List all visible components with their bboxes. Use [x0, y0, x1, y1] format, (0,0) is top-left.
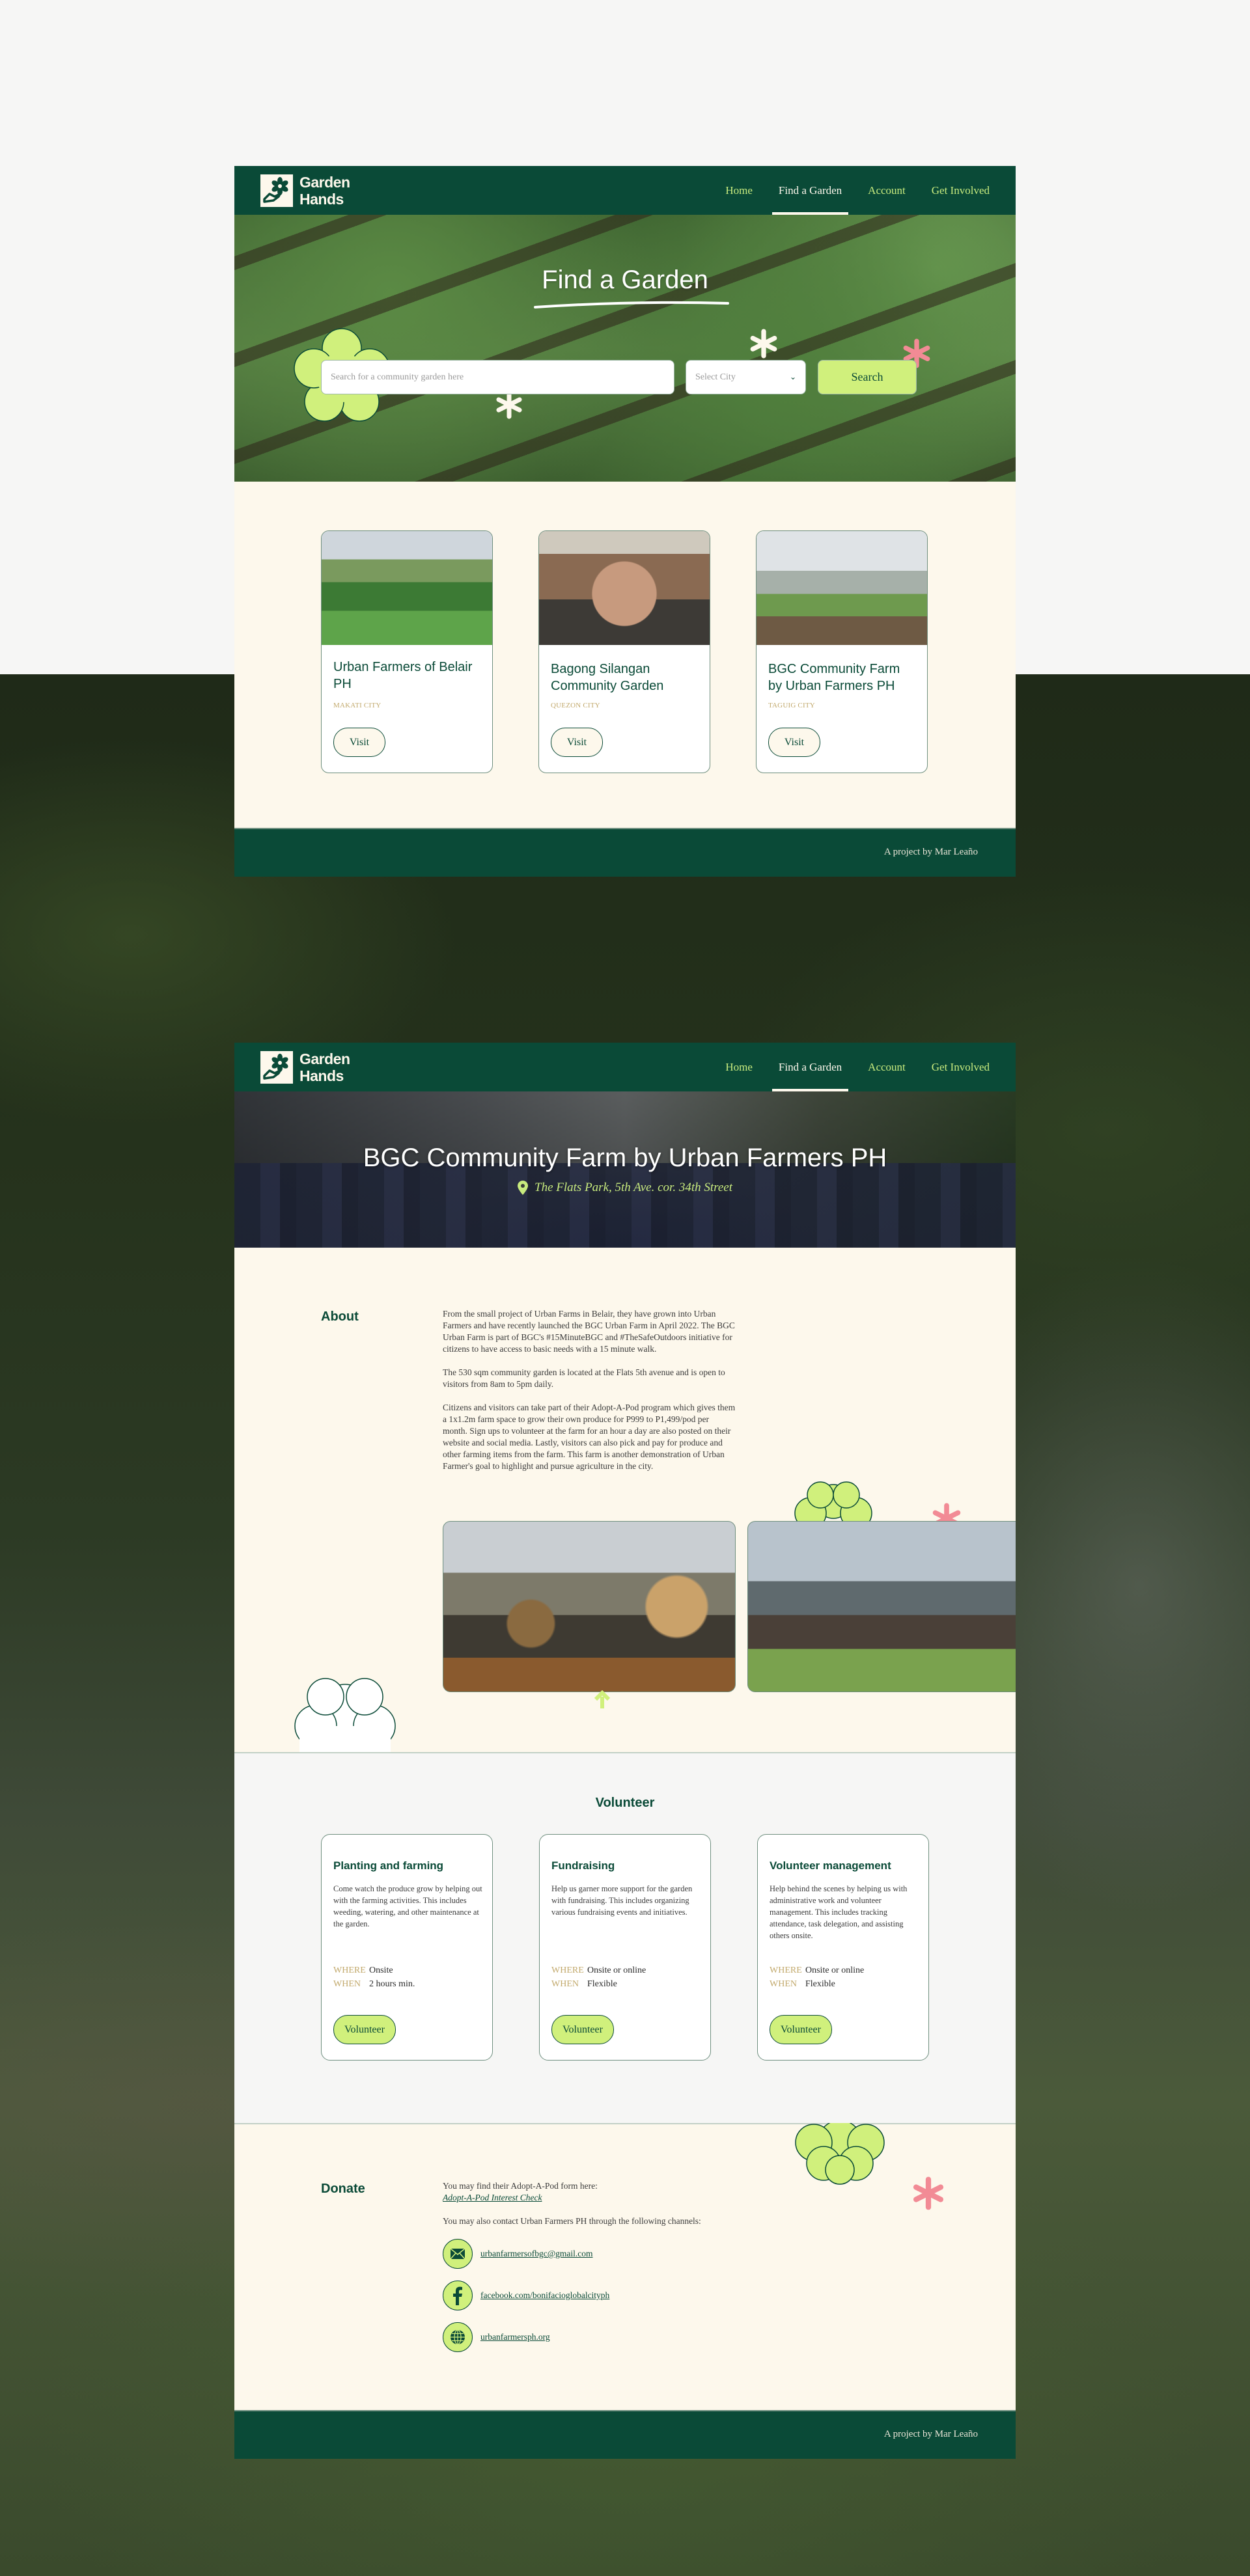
footer-credit: A project by Mar Leaño [883, 2429, 978, 2439]
flower-decoration-icon [794, 1481, 872, 1528]
garden-title: BGC Community Farm by Urban Farmers PH [363, 1144, 887, 1172]
garden-location: The Flats Park, 5th Ave. cor. 34th Stree… [234, 1181, 1016, 1195]
garden-list: Urban Farmers of Belair PH MAKATI CITY V… [321, 530, 928, 773]
visit-button[interactable]: Visit [768, 728, 820, 757]
logo[interactable]: Garden Hands [260, 1050, 350, 1084]
search-button[interactable]: Search [818, 360, 917, 394]
volunteer-button[interactable]: Volunteer [333, 2015, 396, 2044]
role-description: Help us garner more support for the gard… [551, 1884, 693, 1917]
chevron-down-icon: ⌄ [789, 372, 796, 381]
garden-photo [322, 531, 492, 645]
volunteer-button[interactable]: Volunteer [770, 2015, 832, 2044]
section-divider [234, 2123, 1016, 2124]
contact-intro: You may also contact Urban Farmers PH th… [443, 2216, 701, 2226]
role-description: Come watch the produce grow by helping o… [333, 1884, 482, 1928]
garden-search-input[interactable]: Search for a community garden here [321, 360, 674, 394]
footer-credit: A project by Mar Leaño [883, 847, 978, 857]
email-link[interactable]: urbanfarmersofbgc@gmail.com [480, 2248, 593, 2260]
nav-find-a-garden[interactable]: Find a Garden [771, 1043, 849, 1091]
garden-card[interactable]: BGC Community Farm by Urban Farmers PH T… [756, 530, 928, 773]
role-title: Volunteer management [770, 1859, 891, 1872]
donate-body: You may find their Adopt-A-Pod form here… [443, 2180, 768, 2352]
garden-photo [539, 531, 710, 645]
volunteers-photo [234, 1163, 1016, 1248]
garden-city: MAKATI CITY [333, 702, 382, 709]
find-garden-page: Garden Hands Home Find a Garden Account … [234, 166, 1016, 877]
garden-card[interactable]: Urban Farmers of Belair PH MAKATI CITY V… [321, 530, 493, 773]
about-text: From the small project of Urban Farms in… [443, 1309, 736, 1471]
garden-photo [757, 531, 927, 645]
brand-name: Garden Hands [299, 173, 350, 208]
title-underline-icon [534, 301, 729, 308]
facebook-link[interactable]: facebook.com/bonifacioglobalcityph [480, 2290, 609, 2301]
hand-flower-logo-icon [260, 174, 293, 207]
nav-get-involved[interactable]: Get Involved [932, 1043, 990, 1091]
garden-city: TAGUIG CITY [768, 702, 815, 709]
visit-button[interactable]: Visit [333, 728, 385, 757]
city-select-value: Select City [695, 372, 736, 382]
mail-icon [443, 2239, 473, 2269]
volunteer-button[interactable]: Volunteer [551, 2015, 614, 2044]
asterisk-decoration-icon [496, 391, 522, 419]
nav-links: Home Find a Garden Account Get Involved [725, 166, 990, 215]
role-meta: WHERE Onsite or online WHEN Flexible [551, 1966, 646, 1989]
logo[interactable]: Garden Hands [260, 174, 350, 208]
nav-home[interactable]: Home [725, 1043, 753, 1091]
pink-asterisk-decoration-icon [913, 2176, 944, 2210]
visit-button[interactable]: Visit [551, 728, 603, 757]
top-nav: Garden Hands Home Find a Garden Account … [234, 166, 1016, 215]
volunteer-role-card: Volunteer management Help behind the sce… [757, 1834, 929, 2061]
garden-gallery-photo [747, 1521, 1016, 1692]
flower-decoration-icon [795, 2123, 885, 2185]
volunteer-heading: Volunteer [595, 1796, 655, 1810]
contact-email: urbanfarmersofbgc@gmail.com [443, 2239, 768, 2269]
garden-card[interactable]: Bagong Silangan Community Garden QUEZON … [538, 530, 710, 773]
top-nav: Garden Hands Home Find a Garden Account … [234, 1043, 1016, 1091]
volunteer-section: Volunteer Planting and farming Come watc… [234, 1753, 1016, 2124]
brand-name: Garden Hands [299, 1050, 350, 1084]
facebook-icon [443, 2281, 473, 2310]
green-arrow-decoration-icon [594, 1690, 611, 1708]
garden-name: Urban Farmers of Belair PH [333, 660, 473, 691]
role-meta: WHERE Onsite WHEN 2 hours min. [333, 1966, 415, 1989]
role-meta: WHERE Onsite or online WHEN Flexible [770, 1966, 865, 1989]
volunteer-roles: Planting and farming Come watch the prod… [321, 1834, 929, 2061]
adopt-a-pod-link[interactable]: Adopt-A-Pod Interest Check [443, 2192, 768, 2204]
location-text: The Flats Park, 5th Ave. cor. 34th Stree… [535, 1181, 732, 1194]
nav-find-a-garden[interactable]: Find a Garden [771, 166, 849, 215]
map-pin-icon [518, 1181, 529, 1195]
role-title: Fundraising [551, 1859, 615, 1872]
donate-heading: Donate [321, 2182, 365, 2196]
asterisk-decoration-icon [750, 329, 777, 359]
hand-flower-logo-icon [260, 1050, 293, 1084]
about-heading: About [321, 1309, 359, 1324]
nav-get-involved[interactable]: Get Involved [932, 166, 990, 215]
nav-links: Home Find a Garden Account Get Involved [725, 1043, 990, 1091]
footer: A project by Mar Leaño [234, 2410, 1016, 2459]
website-link[interactable]: urbanfarmersph.org [480, 2331, 550, 2343]
form-intro: You may find their Adopt-A-Pod form here… [443, 2181, 598, 2191]
garden-detail-page: Garden Hands Home Find a Garden Account … [234, 1043, 1016, 2459]
contact-website: urbanfarmersph.org [443, 2322, 768, 2352]
city-select[interactable]: Select City ⌄ [686, 360, 806, 394]
page-title: Find a Garden [542, 266, 708, 294]
garden-name: BGC Community Farm by Urban Farmers PH [768, 662, 900, 693]
outline-flower-decoration-icon [294, 1678, 396, 1753]
nav-account[interactable]: Account [868, 1043, 906, 1091]
role-description: Help behind the scenes by helping us wit… [770, 1884, 908, 1940]
footer: A project by Mar Leaño [234, 828, 1016, 877]
garden-gallery-photo [443, 1521, 736, 1692]
volunteer-role-card: Planting and farming Come watch the prod… [321, 1834, 493, 2061]
role-title: Planting and farming [333, 1859, 444, 1872]
garden-hero-banner: BGC Community Farm by Urban Farmers PH T… [234, 1091, 1016, 1248]
garden-name: Bagong Silangan Community Garden [551, 662, 664, 693]
volunteer-role-card: Fundraising Help us garner more support … [539, 1834, 711, 2061]
nav-account[interactable]: Account [868, 166, 906, 215]
garden-city: QUEZON CITY [551, 702, 600, 709]
nav-home[interactable]: Home [725, 166, 753, 215]
globe-icon [443, 2322, 473, 2352]
contact-facebook: facebook.com/bonifacioglobalcityph [443, 2281, 768, 2310]
hero-banner: Find a Garden Search for a community gar… [234, 215, 1016, 482]
